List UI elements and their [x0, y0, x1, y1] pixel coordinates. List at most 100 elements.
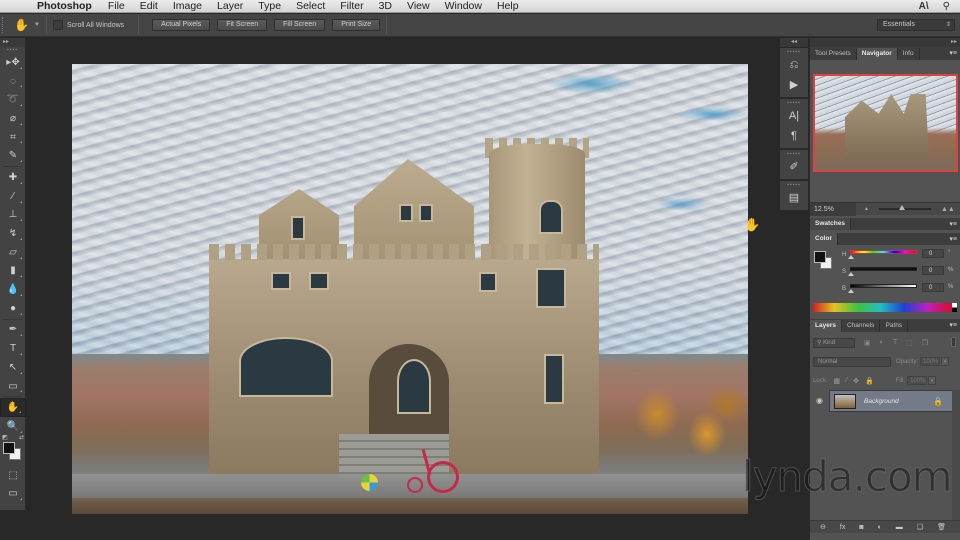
menu-file[interactable]: File [108, 0, 125, 13]
menu-layer[interactable]: Layer [217, 0, 243, 13]
tab-color[interactable]: Color [810, 233, 838, 245]
hand-tool-icon[interactable]: ✋ [14, 18, 29, 32]
actions-play-icon[interactable]: ▶ [780, 75, 808, 95]
layer-visibility-eye-icon[interactable]: ◉ [810, 390, 830, 412]
blend-mode-select[interactable]: Normal [813, 356, 891, 367]
saturation-slider[interactable]: S 0 % [842, 266, 957, 280]
delete-layer-icon[interactable]: 🗑 [937, 523, 946, 531]
menu-view[interactable]: View [407, 0, 430, 13]
panel-menu-icon[interactable]: ▾≡ [949, 235, 957, 243]
path-selection-tool-icon[interactable]: ↖ [0, 358, 26, 377]
menu-3d[interactable]: 3D [379, 0, 392, 13]
rectangular-marquee-tool-icon[interactable]: ◌ [0, 72, 26, 91]
menu-edit[interactable]: Edit [140, 0, 158, 13]
tool-preset-dropdown-icon[interactable]: ▼ [34, 22, 40, 28]
adjustment-layer-filter-icon[interactable]: ◐ [880, 339, 884, 346]
paragraph-icon[interactable]: ¶ [780, 126, 808, 146]
hand-tool-icon[interactable]: ✋ [0, 398, 26, 418]
zoom-slider[interactable] [878, 205, 931, 210]
fill-dropdown[interactable]: ▾ [928, 376, 937, 385]
lasso-tool-icon[interactable]: ➰ [0, 90, 26, 109]
saturation-track[interactable] [850, 267, 917, 271]
tab-swatches[interactable]: Swatches [810, 218, 851, 230]
clone-stamp-tool-icon[interactable]: ⊥ [0, 206, 26, 225]
options-bar-grip[interactable] [2, 17, 6, 33]
layers-scrollbar[interactable] [952, 390, 960, 530]
quick-mask-mode-icon[interactable]: ⬚ [0, 466, 26, 485]
link-layers-icon[interactable]: ⊖ [820, 523, 826, 531]
properties-icon[interactable]: ▤ [780, 188, 808, 208]
scroll-all-windows-checkbox[interactable] [52, 20, 63, 30]
menu-help[interactable]: Help [497, 0, 519, 13]
history-brush-tool-icon[interactable]: ↯ [0, 224, 26, 243]
foreground-color-swatch[interactable] [3, 441, 15, 454]
type-layer-filter-icon[interactable]: T [893, 339, 897, 346]
collapse-panels-icon[interactable]: ▸▸ [810, 38, 960, 47]
lock-image-pixels-icon[interactable]: ⁄ [846, 377, 847, 384]
layer-filter-toggle[interactable] [951, 337, 956, 347]
screen-mode-icon[interactable]: ▭ [0, 484, 26, 503]
tab-navigator[interactable]: Navigator [856, 48, 898, 60]
brush-presets-icon[interactable]: ✐ [780, 157, 808, 177]
pixel-layer-filter-icon[interactable]: ▣ [864, 339, 871, 347]
zoom-in-icon[interactable]: ▲▲ [941, 206, 955, 213]
actual-pixels-button[interactable]: Actual Pixels [152, 19, 211, 31]
blur-tool-icon[interactable]: 💧 [0, 280, 26, 299]
opacity-field[interactable]: 100% [920, 357, 941, 366]
gradient-tool-icon[interactable]: ▮ [0, 262, 26, 281]
filter-kind-select[interactable]: ⚲ Kind [813, 337, 855, 348]
workspace-switcher[interactable]: Essentials ⇕ [877, 19, 955, 31]
menu-window[interactable]: Window [445, 0, 482, 13]
brightness-value-field[interactable]: 0 [922, 283, 944, 292]
document-canvas-area[interactable] [27, 38, 779, 540]
zoom-level-field[interactable]: 12.5% [810, 202, 856, 216]
tab-layers[interactable]: Layers [810, 320, 842, 332]
layer-name[interactable]: Background [864, 398, 899, 405]
fit-screen-button[interactable]: Fit Screen [217, 19, 268, 31]
add-mask-icon[interactable]: ◙ [859, 524, 863, 531]
history-icon[interactable]: ⎌ [780, 55, 808, 75]
panel-menu-icon[interactable]: ▾≡ [949, 220, 957, 228]
lock-transparent-pixels-icon[interactable]: ▦ [833, 377, 840, 385]
eyedropper-tool-icon[interactable]: ✎ [0, 146, 26, 165]
type-tool-icon[interactable]: T [0, 339, 26, 358]
collapse-toolbar-icon[interactable]: ▸▸ [0, 38, 25, 47]
fill-field[interactable]: 100% [907, 376, 928, 385]
foreground-color-picker[interactable] [814, 251, 826, 263]
menu-app-name[interactable]: Photoshop [37, 0, 92, 13]
hue-knob[interactable] [848, 255, 854, 259]
hue-slider[interactable]: H 0 ° [842, 249, 957, 263]
opacity-dropdown[interactable]: ▾ [941, 357, 950, 366]
quick-selection-tool-icon[interactable]: ⌀ [0, 109, 26, 128]
new-layer-icon[interactable]: ❏ [917, 523, 923, 531]
eraser-tool-icon[interactable]: ▱ [0, 243, 26, 262]
canvas-image[interactable] [72, 64, 748, 514]
navigator-thumbnail[interactable] [813, 74, 958, 172]
smart-object-filter-icon[interactable]: ❐ [922, 339, 928, 347]
panel-menu-icon[interactable]: ▾≡ [949, 321, 957, 329]
default-colors-icon[interactable]: ◩ [2, 434, 8, 441]
brightness-slider[interactable]: B 0 % [842, 283, 957, 297]
lock-position-icon[interactable]: ✥ [853, 377, 859, 385]
move-tool-icon[interactable]: ▸✥ [0, 53, 26, 72]
tab-channels[interactable]: Channels [842, 320, 881, 332]
menu-filter[interactable]: Filter [340, 0, 363, 13]
character-icon[interactable]: A| [780, 106, 808, 126]
swap-colors-icon[interactable]: ⇄ [19, 434, 24, 441]
zoom-out-icon[interactable]: ▲ [864, 206, 869, 212]
tab-tool-presets[interactable]: Tool Presets [810, 48, 857, 60]
color-spectrum-ramp[interactable] [813, 303, 957, 312]
saturation-knob[interactable] [848, 272, 854, 276]
adjustment-layer-icon[interactable]: ◐ [878, 524, 882, 531]
menu-select[interactable]: Select [296, 0, 325, 13]
new-group-icon[interactable]: ▬ [896, 524, 903, 531]
tab-info[interactable]: Info [898, 48, 920, 60]
dodge-tool-icon[interactable]: ● [0, 299, 26, 318]
panel-menu-icon[interactable]: ▾≡ [949, 49, 957, 57]
brush-tool-icon[interactable]: ⁄ [0, 187, 26, 206]
lock-all-icon[interactable]: 🔒 [865, 377, 874, 385]
menu-type[interactable]: Type [258, 0, 281, 13]
pen-tool-icon[interactable]: ✒ [0, 321, 26, 340]
spotlight-search-icon[interactable]: ⚲ [943, 0, 950, 13]
crop-tool-icon[interactable]: ⌗ [0, 128, 26, 147]
